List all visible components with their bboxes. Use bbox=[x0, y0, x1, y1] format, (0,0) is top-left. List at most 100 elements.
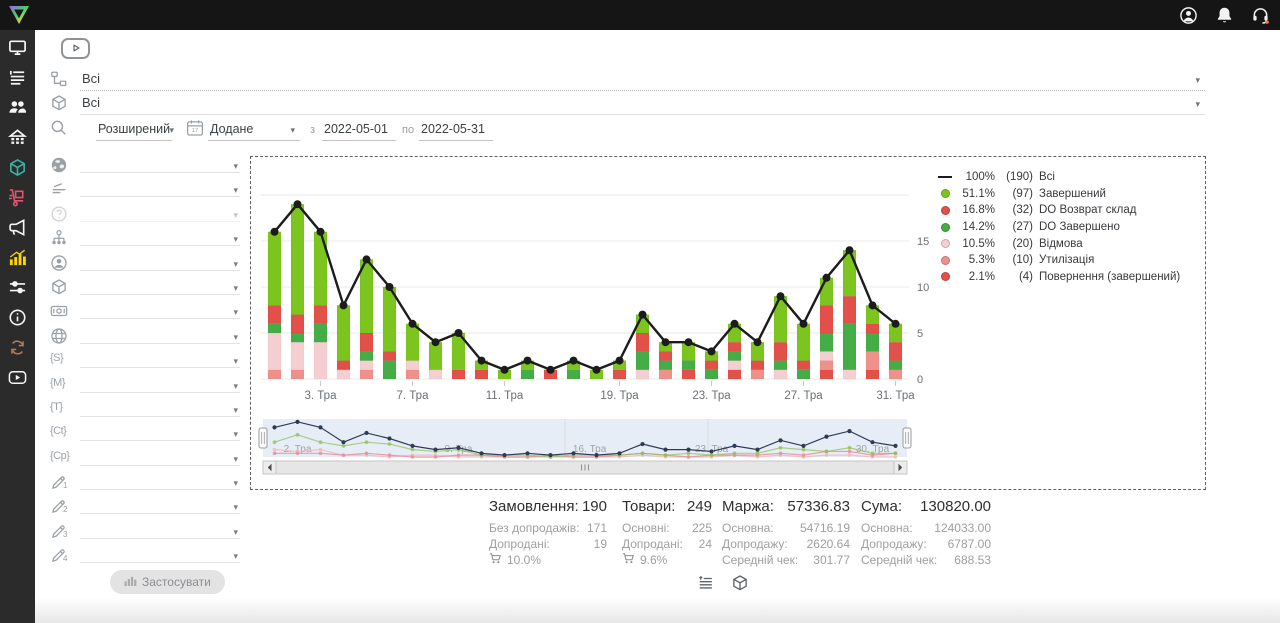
chevron-down-icon[interactable]: ▾ bbox=[233, 429, 238, 440]
filter-select-5[interactable]: ▾ bbox=[50, 252, 240, 276]
sidebar-item-settings[interactable] bbox=[0, 272, 35, 302]
tutorial-video-button[interactable] bbox=[61, 38, 90, 59]
sidebar-item-shipping[interactable] bbox=[0, 182, 35, 212]
notifications-icon[interactable] bbox=[1215, 6, 1234, 25]
sidebar-item-dashboard[interactable] bbox=[0, 32, 35, 62]
support-icon[interactable] bbox=[1251, 6, 1270, 25]
sidebar-item-about[interactable] bbox=[0, 302, 35, 332]
chevron-down-icon[interactable]: ▾ bbox=[169, 125, 174, 136]
chart-navigator[interactable]: 2. Тра9. Тра16. Тра23. Тра30. Тра bbox=[259, 419, 911, 459]
filter-select-2[interactable]: ▾ bbox=[50, 178, 240, 202]
sidebar-item-clients[interactable] bbox=[0, 92, 35, 122]
data-point[interactable] bbox=[754, 338, 762, 346]
data-point[interactable] bbox=[823, 274, 831, 282]
data-point[interactable] bbox=[616, 357, 624, 365]
data-point[interactable] bbox=[570, 357, 578, 365]
chevron-down-icon[interactable]: ▾ bbox=[233, 502, 238, 513]
chevron-down-icon[interactable]: ▾ bbox=[290, 125, 295, 136]
data-point[interactable] bbox=[685, 338, 693, 346]
data-point[interactable] bbox=[869, 301, 877, 309]
chevron-down-icon[interactable]: ▾ bbox=[233, 332, 238, 343]
chevron-down-icon[interactable]: ▾ bbox=[233, 405, 238, 416]
legend-item[interactable]: 2.1%(4)Повернення (завершений) bbox=[937, 269, 1180, 286]
chevron-down-icon[interactable]: ▾ bbox=[233, 259, 238, 270]
chevron-down-icon[interactable]: ▾ bbox=[233, 551, 238, 562]
data-point[interactable] bbox=[501, 366, 509, 374]
apply-button[interactable]: Застосувати bbox=[110, 570, 225, 594]
sidebar-item-products[interactable] bbox=[0, 152, 35, 182]
filter-select-15[interactable]: 2▾ bbox=[50, 495, 240, 519]
data-point[interactable] bbox=[800, 320, 808, 328]
date-field-select[interactable]: Додане ▾ bbox=[208, 118, 300, 141]
sidebar-item-sync[interactable] bbox=[0, 332, 35, 362]
sidebar-item-orders[interactable] bbox=[0, 62, 35, 92]
data-point[interactable] bbox=[777, 292, 785, 300]
search-mode-select[interactable]: Розширений ▾ bbox=[96, 118, 172, 141]
filter-select-12[interactable]: {Ct}▾ bbox=[50, 422, 240, 446]
data-point[interactable] bbox=[593, 366, 601, 374]
filter-select-10[interactable]: {M}▾ bbox=[50, 374, 240, 398]
chevron-down-icon[interactable]: ▾ bbox=[1195, 99, 1200, 110]
data-point[interactable] bbox=[386, 283, 394, 291]
filter-select-11[interactable]: {T}▾ bbox=[50, 398, 240, 422]
legend-item[interactable]: 14.2%(27)DO Завершено bbox=[937, 219, 1180, 236]
chevron-down-icon[interactable]: ▾ bbox=[233, 356, 238, 367]
chevron-down-icon[interactable]: ▾ bbox=[233, 161, 238, 172]
filter-select-6[interactable]: ▾ bbox=[50, 276, 240, 300]
nav-handle-left[interactable] bbox=[259, 428, 267, 448]
chevron-down-icon[interactable]: ▾ bbox=[233, 478, 238, 489]
chevron-down-icon[interactable]: ▾ bbox=[233, 527, 238, 538]
data-point[interactable] bbox=[409, 320, 417, 328]
data-point[interactable] bbox=[455, 329, 463, 337]
sidebar-item-marketing[interactable] bbox=[0, 212, 35, 242]
profile-icon[interactable] bbox=[1179, 6, 1198, 25]
legend-item[interactable]: 5.3%(10)Утилізація bbox=[937, 252, 1180, 269]
date-from-input[interactable]: 2022-05-01 bbox=[322, 118, 396, 141]
filter-select-8[interactable]: ▾ bbox=[50, 325, 240, 349]
data-point[interactable] bbox=[340, 301, 348, 309]
filter-select-13[interactable]: {Cp}▾ bbox=[50, 447, 240, 471]
data-point[interactable] bbox=[639, 311, 647, 319]
data-point[interactable] bbox=[708, 347, 716, 355]
filter-select-17[interactable]: 4▾ bbox=[50, 544, 240, 568]
data-point[interactable] bbox=[294, 200, 302, 208]
chevron-down-icon[interactable]: ▾ bbox=[233, 307, 238, 318]
data-point[interactable] bbox=[731, 320, 739, 328]
filter-select-14[interactable]: 1▾ bbox=[50, 471, 240, 495]
data-point[interactable] bbox=[478, 357, 486, 365]
products-toggle-icon[interactable] bbox=[731, 574, 749, 592]
filter-select-3[interactable]: ▾ bbox=[50, 203, 240, 227]
product-select[interactable]: Всі ▾ bbox=[80, 92, 1205, 115]
filter-select-4[interactable]: ▾ bbox=[50, 227, 240, 251]
filter-select-9[interactable]: {S}▾ bbox=[50, 349, 240, 373]
filter-select-16[interactable]: 3▾ bbox=[50, 520, 240, 544]
data-point[interactable] bbox=[317, 228, 325, 236]
chevron-down-icon[interactable]: ▾ bbox=[233, 210, 238, 221]
chevron-down-icon[interactable]: ▾ bbox=[1195, 75, 1200, 86]
data-point[interactable] bbox=[662, 338, 670, 346]
legend-item[interactable]: 10.5%(20)Відмова bbox=[937, 235, 1180, 252]
calendar-icon[interactable]: 17 bbox=[186, 119, 204, 137]
filter-select-7[interactable]: ▾ bbox=[50, 300, 240, 324]
data-point[interactable] bbox=[846, 246, 854, 254]
data-point[interactable] bbox=[547, 366, 555, 374]
sidebar-item-statistics[interactable] bbox=[0, 242, 35, 272]
data-point[interactable] bbox=[363, 255, 371, 263]
chevron-down-icon[interactable]: ▾ bbox=[233, 234, 238, 245]
legend-item[interactable]: 51.1%(97)Завершений bbox=[937, 186, 1180, 203]
chevron-down-icon[interactable]: ▾ bbox=[233, 185, 238, 196]
data-point[interactable] bbox=[271, 228, 279, 236]
legend-item[interactable]: 100%(190)Всі bbox=[937, 169, 1180, 186]
chart-scrollbar[interactable] bbox=[263, 461, 907, 474]
date-to-input[interactable]: 2022-05-31 bbox=[419, 118, 493, 141]
orders-list-toggle-icon[interactable] bbox=[697, 574, 715, 592]
data-point[interactable] bbox=[524, 357, 532, 365]
nav-handle-right[interactable] bbox=[903, 428, 911, 448]
chevron-down-icon[interactable]: ▾ bbox=[233, 283, 238, 294]
chevron-down-icon[interactable]: ▾ bbox=[233, 381, 238, 392]
legend-item[interactable]: 16.8%(32)DO Возврат склад bbox=[937, 202, 1180, 219]
data-point[interactable] bbox=[892, 320, 900, 328]
chart-bars[interactable] bbox=[268, 204, 902, 379]
data-point[interactable] bbox=[432, 338, 440, 346]
filter-select-1[interactable]: ▾ bbox=[50, 154, 240, 178]
